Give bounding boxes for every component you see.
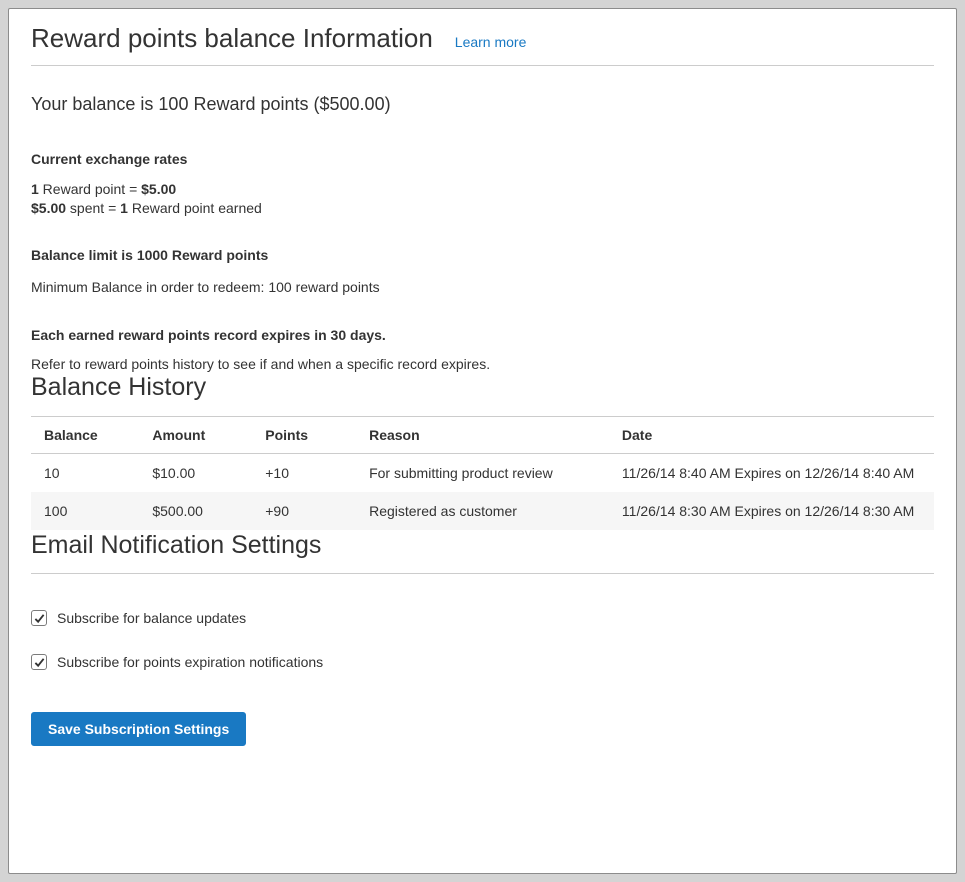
cell-amount: $500.00 xyxy=(139,492,252,530)
exchange-rate-line-1: 1 Reward point = $5.00 xyxy=(31,180,934,199)
table-header: Balance Amount Points Reason Date xyxy=(31,417,934,454)
subscribe-expiration-row: Subscribe for points expiration notifica… xyxy=(31,654,934,670)
balance-summary: Your balance is 100 Reward points ($500.… xyxy=(31,94,934,115)
subscribe-balance-label: Subscribe for balance updates xyxy=(57,610,246,626)
cell-reason: For submitting product review xyxy=(356,454,609,493)
subscribe-balance-row: Subscribe for balance updates xyxy=(31,610,934,626)
table-row: 10 $10.00 +10 For submitting product rev… xyxy=(31,454,934,493)
exchange-rates-block: 1 Reward point = $5.00 $5.00 spent = 1 R… xyxy=(31,180,934,218)
email-settings-heading: Email Notification Settings xyxy=(31,530,934,560)
rate2-points: 1 xyxy=(120,200,128,216)
balance-limit-text: Balance limit is 1000 Reward points xyxy=(31,247,934,263)
cell-date: 11/26/14 8:30 AM Expires on 12/26/14 8:3… xyxy=(609,492,934,530)
save-subscription-button[interactable]: Save Subscription Settings xyxy=(31,712,246,746)
column-header-date: Date xyxy=(609,417,934,454)
exchange-rates-heading: Current exchange rates xyxy=(31,151,934,167)
checkmark-icon xyxy=(34,657,45,668)
cell-date: 11/26/14 8:40 AM Expires on 12/26/14 8:4… xyxy=(609,454,934,493)
email-settings-divider xyxy=(31,573,934,574)
column-header-reason: Reason xyxy=(356,417,609,454)
header-row: Balance Amount Points Reason Date xyxy=(31,417,934,454)
cell-balance: 10 xyxy=(31,454,139,493)
expiration-note: Refer to reward points history to see if… xyxy=(31,356,934,372)
expiration-heading: Each earned reward points record expires… xyxy=(31,327,934,343)
cell-points: +10 xyxy=(252,454,356,493)
page-title: Reward points balance Information xyxy=(31,23,433,54)
rate1-points: 1 xyxy=(31,181,39,197)
balance-history-table: Balance Amount Points Reason Date 10 $10… xyxy=(31,416,934,530)
page-header: Reward points balance Information Learn … xyxy=(31,23,934,54)
cell-reason: Registered as customer xyxy=(356,492,609,530)
column-header-balance: Balance xyxy=(31,417,139,454)
expiration-notifications-checkbox[interactable] xyxy=(31,654,47,670)
minimum-balance-text: Minimum Balance in order to redeem: 100 … xyxy=(31,279,934,295)
column-header-amount: Amount xyxy=(139,417,252,454)
rate1-money: $5.00 xyxy=(141,181,176,197)
rate2-suffix: Reward point earned xyxy=(128,200,262,216)
balance-updates-checkbox[interactable] xyxy=(31,610,47,626)
table-row: 100 $500.00 +90 Registered as customer 1… xyxy=(31,492,934,530)
column-header-points: Points xyxy=(252,417,356,454)
learn-more-link[interactable]: Learn more xyxy=(455,34,527,50)
cell-points: +90 xyxy=(252,492,356,530)
cell-balance: 100 xyxy=(31,492,139,530)
rate2-mid: spent = xyxy=(66,200,120,216)
balance-history-heading: Balance History xyxy=(31,372,934,402)
title-divider xyxy=(31,65,934,66)
cell-amount: $10.00 xyxy=(139,454,252,493)
exchange-rate-line-2: $5.00 spent = 1 Reward point earned xyxy=(31,199,934,218)
subscribe-expiration-label: Subscribe for points expiration notifica… xyxy=(57,654,323,670)
rate1-mid: Reward point = xyxy=(39,181,141,197)
rate2-money: $5.00 xyxy=(31,200,66,216)
reward-balance-card: Reward points balance Information Learn … xyxy=(8,8,957,874)
checkmark-icon xyxy=(34,613,45,624)
